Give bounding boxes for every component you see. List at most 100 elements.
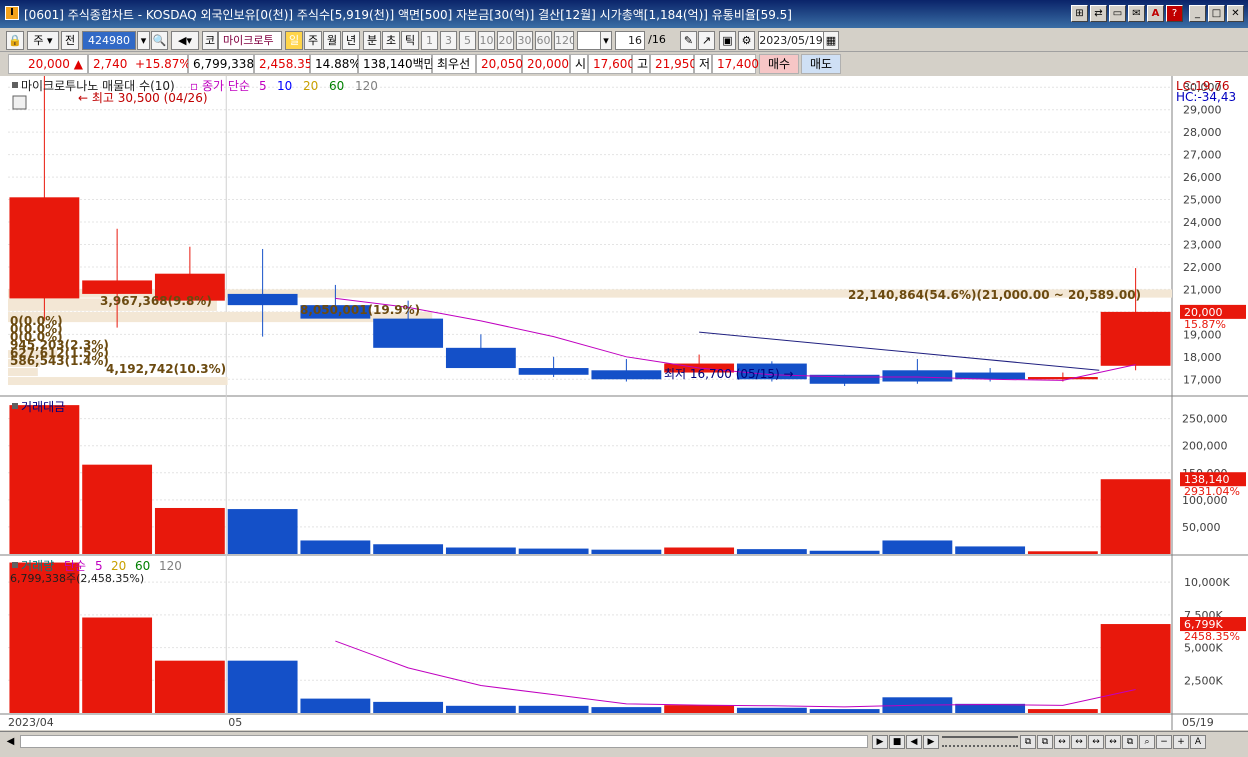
volume-bar bbox=[82, 617, 153, 713]
amount-bar bbox=[227, 509, 298, 554]
close-button[interactable]: ✕ bbox=[1227, 5, 1244, 22]
mode-select[interactable]: 주 ▾ bbox=[27, 31, 59, 50]
candle-body bbox=[82, 280, 153, 294]
app-icon: I bbox=[5, 6, 19, 20]
link-icon[interactable]: ⇄ bbox=[1090, 5, 1107, 22]
tab-month[interactable]: 월 bbox=[323, 31, 341, 50]
interval-10[interactable]: 10 bbox=[478, 31, 495, 50]
tab-second[interactable]: 초 bbox=[382, 31, 400, 50]
volume-bar bbox=[518, 705, 589, 713]
volume-ma-period: 5 bbox=[95, 559, 103, 573]
best-label: 최우선 bbox=[432, 54, 476, 74]
price-tick-label: 22,000 bbox=[1183, 261, 1222, 274]
copy-icon[interactable]: ⧉ bbox=[1122, 735, 1138, 749]
save-icon[interactable]: ▣ bbox=[719, 31, 736, 50]
play-icon[interactable]: ▶ bbox=[872, 735, 888, 749]
candle-body bbox=[445, 347, 516, 369]
volume-legend-marker bbox=[12, 562, 18, 568]
tab-year[interactable]: 년 bbox=[342, 31, 360, 50]
volume-tick-label: 2,500K bbox=[1184, 674, 1223, 687]
amount-tick-label: 200,000 bbox=[1182, 440, 1228, 453]
compare-icon[interactable]: ⧉ bbox=[1037, 735, 1053, 749]
arrow-tool4-icon[interactable]: ↔ bbox=[1105, 735, 1121, 749]
trend-icon[interactable]: ↗ bbox=[698, 31, 715, 50]
volume-bar bbox=[300, 698, 371, 713]
candle-body bbox=[882, 370, 953, 382]
interval-60[interactable]: 60 bbox=[535, 31, 552, 50]
amount-bar bbox=[9, 405, 80, 554]
amount-bar bbox=[373, 544, 444, 554]
price-tick-label: 28,000 bbox=[1183, 126, 1222, 139]
code-dropdown[interactable]: ▾ bbox=[137, 31, 150, 50]
mail-icon[interactable]: ✉ bbox=[1128, 5, 1145, 22]
tab-day[interactable]: 일 bbox=[285, 31, 303, 50]
amount-bar bbox=[736, 549, 807, 554]
buy-button[interactable]: 매수 bbox=[759, 54, 799, 74]
scroll-left-icon[interactable]: ◀ bbox=[3, 734, 18, 749]
arrow-tool-icon[interactable]: ↔ bbox=[1054, 735, 1070, 749]
tab-tick[interactable]: 틱 bbox=[401, 31, 419, 50]
stock-name-field[interactable]: 마이크로투 bbox=[218, 31, 282, 50]
overlay-icon[interactable]: ⧉ bbox=[1020, 735, 1036, 749]
font-icon[interactable]: A bbox=[1147, 5, 1164, 22]
price-tick-label: 17,000 bbox=[1183, 373, 1222, 386]
zoom-icon[interactable]: ⌕ bbox=[1139, 735, 1155, 749]
zoom-in-icon[interactable]: + bbox=[1173, 735, 1189, 749]
interval-5[interactable]: 5 bbox=[459, 31, 476, 50]
price-change: 2,740 +15.87% bbox=[88, 54, 191, 74]
scroll-track[interactable] bbox=[20, 735, 868, 748]
search-icon[interactable]: 🔍 bbox=[151, 31, 168, 50]
price-tick-label: 29,000 bbox=[1183, 104, 1222, 117]
open-price: 17,600 bbox=[588, 54, 635, 74]
font-size-icon[interactable]: A bbox=[1190, 735, 1206, 749]
interval-30[interactable]: 30 bbox=[516, 31, 533, 50]
count-input[interactable]: 16 bbox=[615, 31, 645, 50]
market-prefix[interactable]: 코 bbox=[202, 31, 218, 50]
volume-bar bbox=[154, 660, 225, 713]
amount-bar bbox=[882, 540, 953, 554]
arrow-tool2-icon[interactable]: ↔ bbox=[1071, 735, 1087, 749]
calendar-icon[interactable]: ▦ bbox=[823, 31, 839, 50]
volume-profile-label: 0(0.0%) bbox=[10, 314, 63, 328]
interval-3[interactable]: 3 bbox=[440, 31, 457, 50]
minimize-button[interactable]: _ bbox=[1189, 5, 1206, 22]
price-tick-label: 25,000 bbox=[1183, 194, 1222, 207]
interval-20[interactable]: 20 bbox=[497, 31, 514, 50]
help-icon[interactable]: ? bbox=[1166, 5, 1183, 22]
sell-button[interactable]: 매도 bbox=[801, 54, 841, 74]
x-axis-month-label: 05 bbox=[228, 716, 242, 729]
ma-legend-period: 20 bbox=[303, 79, 318, 93]
volume-indicator-label: 단순 bbox=[64, 559, 86, 573]
speaker-icon[interactable]: ◀▾ bbox=[171, 31, 199, 50]
forward-icon[interactable]: ▶ bbox=[923, 735, 939, 749]
maximize-button[interactable]: □ bbox=[1208, 5, 1225, 22]
prefix-button[interactable]: 전 bbox=[61, 31, 79, 50]
interval-1[interactable]: 1 bbox=[421, 31, 438, 50]
price-tick-label: 21,000 bbox=[1183, 283, 1222, 296]
gear-icon[interactable]: ⚙ bbox=[738, 31, 755, 50]
zoom-slider[interactable] bbox=[942, 736, 1018, 747]
back-icon[interactable]: ◀ bbox=[906, 735, 922, 749]
date-input[interactable]: 2023/05/19 bbox=[758, 31, 824, 50]
price-tick-label: 18,000 bbox=[1183, 351, 1222, 364]
amount-legend-marker bbox=[12, 403, 18, 409]
pin-icon[interactable]: ✎ bbox=[680, 31, 697, 50]
chart-scrollbar[interactable]: ◀ ▶ ■ ◀ ▶ ⧉ ⧉ ↔ ↔ ↔ ↔ ⧉ ⌕ − + A bbox=[0, 731, 1248, 751]
window-icon[interactable]: ▭ bbox=[1109, 5, 1126, 22]
tile-icon[interactable]: ⊞ bbox=[1071, 5, 1088, 22]
tab-minute[interactable]: 분 bbox=[363, 31, 381, 50]
candle-body bbox=[518, 368, 589, 375]
grid-icon bbox=[12, 95, 27, 110]
stock-chart[interactable]: 17,00018,00019,00020,00021,00022,00023,0… bbox=[0, 76, 1248, 730]
amount-bar bbox=[82, 464, 153, 554]
chart-title: 마이크로투나노 매물대 수(10) bbox=[21, 79, 175, 93]
interval-dropdown[interactable]: ▾ bbox=[600, 31, 612, 50]
amount-tick-label: 250,000 bbox=[1182, 413, 1228, 426]
stock-code-input[interactable]: 424980 bbox=[82, 31, 136, 50]
stop-icon[interactable]: ■ bbox=[889, 735, 905, 749]
lock-icon[interactable]: 🔒 bbox=[6, 31, 24, 50]
zoom-out-icon[interactable]: − bbox=[1156, 735, 1172, 749]
interval-120[interactable]: 120 bbox=[554, 31, 574, 50]
arrow-tool3-icon[interactable]: ↔ bbox=[1088, 735, 1104, 749]
tab-week[interactable]: 주 bbox=[304, 31, 322, 50]
